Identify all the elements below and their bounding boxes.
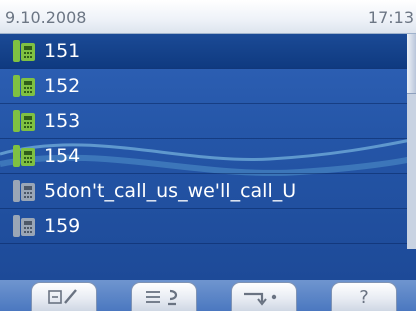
phone-screen: 9.10.2008 17:13 151 152 153 154 5don't_c… [0, 0, 416, 311]
list-item-label: 159 [44, 215, 81, 237]
softkey-edit[interactable] [31, 282, 97, 311]
list-item[interactable]: 153 [0, 104, 416, 139]
phone-green-icon [12, 109, 36, 133]
status-time: 17:13 [367, 8, 414, 27]
edit-icon [48, 289, 77, 304]
phone-gray-icon [12, 179, 36, 203]
contact-list-area: 151 152 153 154 5don't_call_us_we'll_cal… [0, 34, 416, 280]
phone-gray-icon [12, 214, 36, 238]
list-item[interactable]: 159 [0, 209, 416, 244]
phone-green-icon [12, 74, 36, 98]
phone-green-icon [12, 39, 36, 63]
list-item[interactable]: 154 [0, 139, 416, 174]
list-item[interactable]: 5don't_call_us_we'll_call_U [0, 174, 416, 209]
forward-icon [244, 292, 277, 306]
softkey-bar: ? [0, 280, 416, 311]
scrollbar[interactable] [407, 34, 416, 249]
list-item[interactable]: 151 [0, 34, 416, 69]
softkey-help[interactable]: ? [331, 282, 397, 311]
list-item-label: 154 [44, 145, 81, 167]
phone-green-icon [12, 144, 36, 168]
help-icon: ? [359, 287, 369, 308]
status-bar: 9.10.2008 17:13 [0, 0, 416, 34]
list-item-label: 153 [44, 110, 81, 132]
softkey-list-return[interactable] [131, 282, 197, 311]
contact-list: 151 152 153 154 5don't_call_us_we'll_cal… [0, 34, 416, 244]
softkey-forward[interactable] [231, 282, 297, 311]
list-item-label: 151 [44, 40, 81, 62]
list-item[interactable]: 152 [0, 69, 416, 104]
scrollbar-thumb[interactable] [407, 34, 416, 94]
status-date: 9.10.2008 [5, 8, 87, 27]
list-item-label: 5don't_call_us_we'll_call_U [44, 180, 297, 202]
list-item-label: 152 [44, 75, 81, 97]
list-return-icon [146, 289, 178, 306]
